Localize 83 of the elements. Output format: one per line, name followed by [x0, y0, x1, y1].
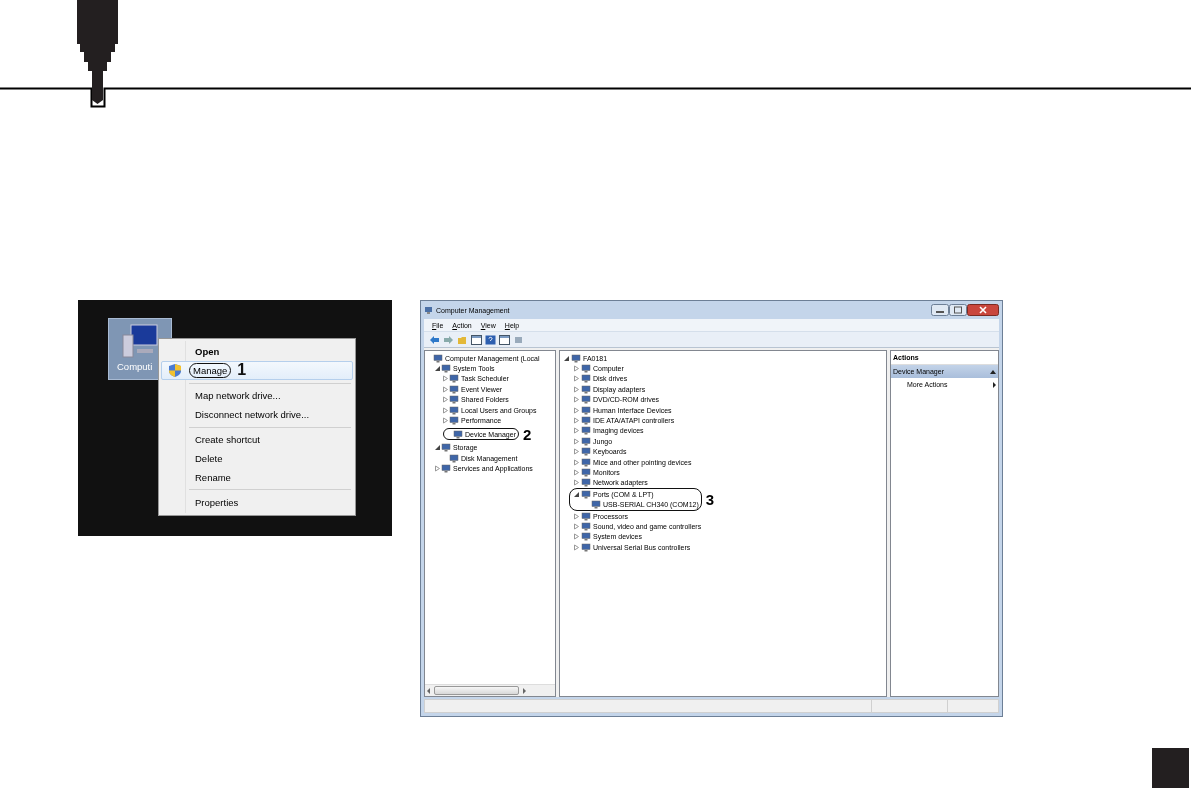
panel-icon[interactable]: [471, 334, 482, 345]
expand-arrow-icon[interactable]: [573, 396, 580, 404]
expand-arrow-icon[interactable]: [573, 365, 580, 373]
menu-item[interactable]: Rename: [161, 467, 353, 487]
expand-arrow-icon[interactable]: [573, 417, 580, 425]
device-icon: [441, 364, 451, 374]
device-icon: [581, 374, 591, 384]
expand-arrow-icon[interactable]: [442, 417, 449, 425]
device-icon: [581, 405, 591, 415]
menu-item[interactable]: Map network drive...: [161, 386, 353, 406]
right-arrow-icon[interactable]: [521, 686, 528, 695]
device-icon: [591, 500, 601, 510]
expand-arrow-icon[interactable]: [573, 375, 580, 383]
expand-arrow-icon[interactable]: [442, 406, 449, 414]
computer-icon: [121, 323, 159, 359]
device-icon: [581, 426, 591, 436]
computer-icon: [424, 305, 433, 315]
expand-arrow-icon[interactable]: [573, 533, 580, 541]
callout-number: 2: [522, 425, 532, 443]
device-icon: [441, 464, 451, 474]
device-icon: [581, 468, 591, 477]
callout-number: 3: [705, 490, 715, 508]
device-icon: [581, 521, 591, 531]
device-icon: [449, 405, 459, 415]
expand-arrow-icon[interactable]: [573, 458, 580, 466]
device-icon: [581, 364, 591, 374]
device-icon: [581, 478, 591, 488]
device-icon: [581, 489, 591, 499]
help-icon[interactable]: [485, 334, 496, 345]
expand-arrow-icon[interactable]: [573, 512, 580, 520]
expand-arrow-icon[interactable]: [442, 396, 449, 404]
device-icon: [581, 384, 591, 394]
shield-icon: [169, 363, 181, 377]
expand-arrow-icon[interactable]: [573, 406, 580, 414]
page-tab-marker: [1152, 748, 1189, 788]
expand-arrow-icon[interactable]: [573, 469, 580, 476]
device-icon: [449, 416, 459, 426]
device-icon: [581, 436, 591, 446]
collapse-arrow-icon[interactable]: [563, 354, 570, 362]
menu-item[interactable]: Delete: [161, 449, 353, 468]
device-icon: [581, 511, 591, 521]
device-icon: [581, 395, 591, 405]
menu-item[interactable]: Create shortcut: [161, 430, 353, 450]
collapse-arrow-icon[interactable]: [990, 369, 996, 374]
expand-arrow-icon[interactable]: [573, 427, 580, 435]
expand-arrow-icon[interactable]: [573, 448, 580, 456]
device-icon: [581, 447, 591, 457]
submenu-arrow-icon: [993, 381, 996, 388]
device-icon: [449, 453, 459, 463]
device-icon: [441, 443, 451, 453]
device-icon: [571, 353, 581, 363]
device-icon: [581, 457, 591, 467]
menu-item[interactable]: Disconnect network drive...: [161, 405, 353, 424]
collapse-arrow-icon[interactable]: [434, 444, 441, 452]
device-icon: [449, 395, 459, 405]
forward-arrow-icon[interactable]: [443, 334, 454, 345]
device-icon: [453, 429, 463, 439]
maximize-icon[interactable]: [949, 304, 967, 316]
back-arrow-icon[interactable]: [429, 334, 440, 345]
panel-icon[interactable]: [499, 334, 510, 345]
expand-arrow-icon[interactable]: [573, 479, 580, 487]
expand-arrow-icon[interactable]: [573, 522, 580, 530]
menu-item[interactable]: Properties: [161, 493, 353, 512]
device-icon: [581, 532, 591, 542]
device-icon: [581, 542, 591, 552]
expand-arrow-icon[interactable]: [573, 437, 580, 445]
collapse-arrow-icon[interactable]: [573, 490, 580, 498]
close-icon[interactable]: [967, 304, 999, 316]
device-icon: [449, 384, 459, 394]
expand-arrow-icon[interactable]: [434, 465, 441, 473]
callout-number: 1: [237, 361, 247, 380]
expand-arrow-icon[interactable]: [573, 385, 580, 393]
horizontal-scrollbar[interactable]: [425, 684, 555, 696]
expand-arrow-icon[interactable]: [442, 385, 449, 393]
device-icon: [581, 416, 591, 426]
menu-item[interactable]: Manage 1: [161, 360, 353, 380]
desktop-icon-label: Computi: [116, 361, 153, 372]
device-icon: [433, 353, 443, 363]
left-arrow-icon[interactable]: [425, 686, 432, 695]
expand-arrow-icon[interactable]: [573, 543, 580, 551]
collapse-arrow-icon[interactable]: [434, 365, 441, 373]
minimize-icon[interactable]: [931, 304, 949, 316]
device-icon: [449, 374, 459, 384]
